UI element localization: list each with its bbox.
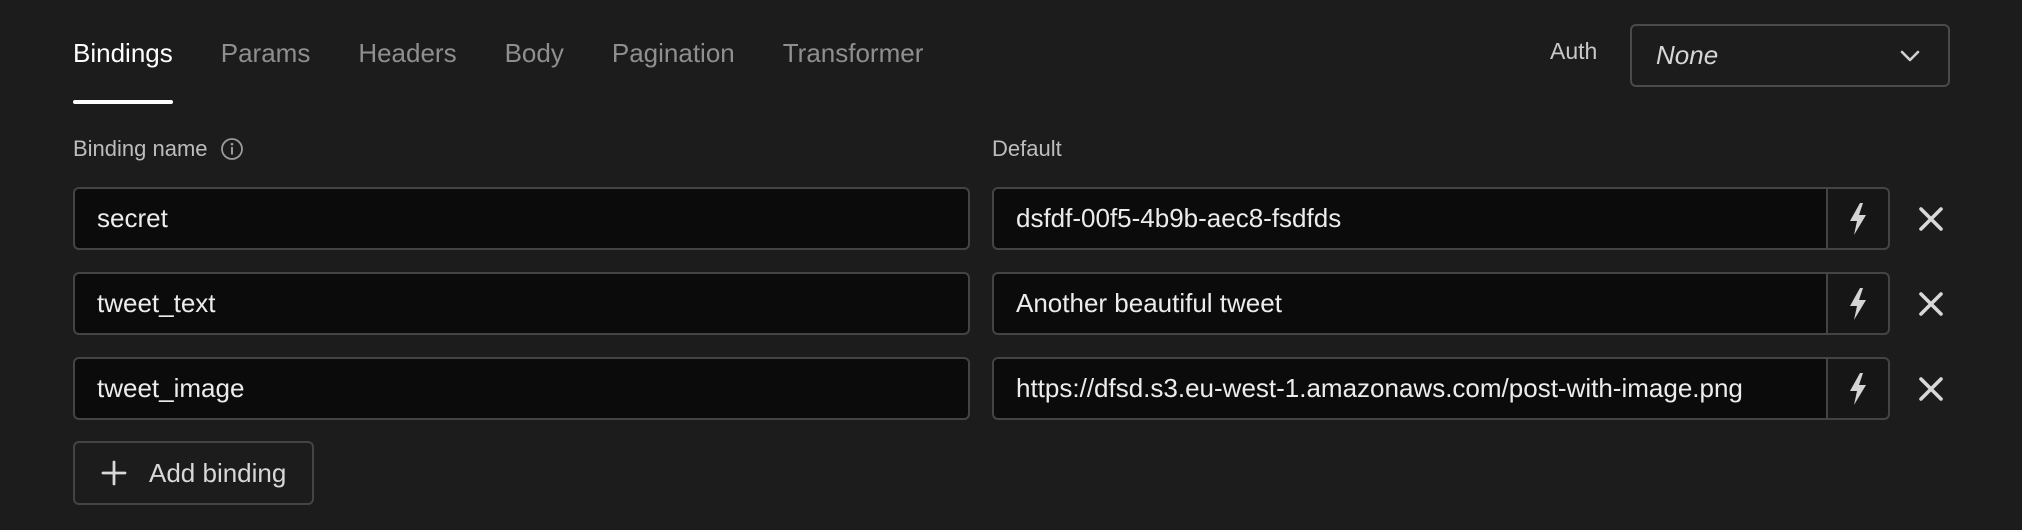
binding-name-header: Binding name	[73, 136, 244, 162]
tab-bar: Bindings Params Headers Body Pagination …	[73, 0, 971, 106]
lightning-bolt-icon	[1850, 202, 1866, 235]
binding-default-input[interactable]	[992, 187, 1827, 250]
binding-name-input[interactable]	[73, 272, 970, 335]
tab-headers[interactable]: Headers	[358, 0, 456, 106]
default-header: Default	[992, 136, 1062, 162]
remove-binding-button[interactable]	[1914, 287, 1948, 321]
binding-default-input[interactable]	[992, 272, 1827, 335]
binding-default-input[interactable]	[992, 357, 1827, 420]
auth-label: Auth	[1550, 38, 1598, 64]
close-icon	[1919, 292, 1943, 316]
remove-binding-button[interactable]	[1914, 202, 1948, 236]
binding-row	[0, 187, 2022, 250]
auth-select[interactable]: None	[1630, 24, 1950, 87]
chevron-down-icon	[1900, 50, 1920, 62]
info-icon[interactable]	[220, 137, 244, 161]
add-binding-button[interactable]: Add binding	[73, 441, 314, 505]
binding-row	[0, 357, 2022, 420]
add-binding-label: Add binding	[149, 457, 287, 488]
dynamic-value-button[interactable]	[1826, 187, 1890, 250]
binding-name-label: Binding name	[73, 136, 208, 161]
plus-icon	[101, 460, 127, 486]
auth-select-value: None	[1656, 40, 1719, 70]
close-icon	[1919, 207, 1943, 231]
binding-name-input[interactable]	[73, 187, 970, 250]
tab-pagination[interactable]: Pagination	[612, 0, 735, 106]
binding-row	[0, 272, 2022, 335]
default-label: Default	[992, 136, 1062, 161]
dynamic-value-button[interactable]	[1826, 357, 1890, 420]
tab-body[interactable]: Body	[505, 0, 564, 106]
close-icon	[1919, 377, 1943, 401]
remove-binding-button[interactable]	[1914, 372, 1948, 406]
tab-bindings[interactable]: Bindings	[73, 0, 173, 106]
tab-params[interactable]: Params	[221, 0, 311, 106]
lightning-bolt-icon	[1850, 287, 1866, 320]
lightning-bolt-icon	[1850, 372, 1866, 405]
tab-transformer[interactable]: Transformer	[783, 0, 924, 106]
binding-name-input[interactable]	[73, 357, 970, 420]
dynamic-value-button[interactable]	[1826, 272, 1890, 335]
